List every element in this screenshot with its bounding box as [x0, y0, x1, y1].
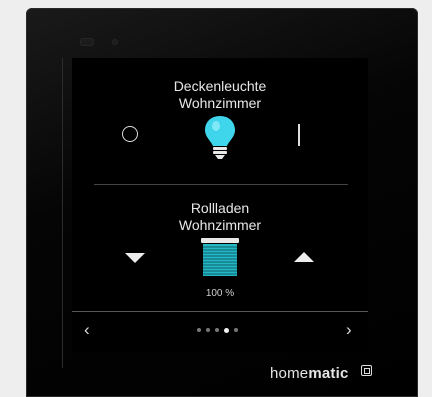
brand-mark-icon [361, 365, 372, 376]
page-dot [215, 328, 219, 332]
chevron-right-icon[interactable]: › [346, 321, 352, 338]
brand-name-light: home [270, 365, 309, 382]
touch-screen: Deckenleuchte Wohnzimmer Rollladen Wohnz… [72, 58, 368, 352]
shutter-title-line2: Wohnzimmer [178, 217, 262, 233]
brand-logo: homematic [270, 365, 349, 382]
navigation-divider [72, 311, 368, 312]
proximity-sensor [80, 38, 94, 46]
tile-divider [94, 184, 348, 185]
page-dot [197, 328, 201, 332]
lightbulb-icon[interactable] [202, 114, 238, 160]
shutter-icon[interactable] [200, 238, 240, 278]
page-dot-active [224, 327, 229, 333]
page-dot [234, 328, 238, 332]
power-off-icon[interactable] [122, 126, 138, 142]
light-title-line1: Deckenleuchte [173, 78, 267, 94]
bezel-edge [62, 58, 63, 368]
arrow-up-icon[interactable] [294, 252, 314, 262]
arrow-down-icon[interactable] [125, 253, 145, 263]
chevron-left-icon[interactable]: ‹ [84, 321, 90, 338]
brand-name-bold: matic [308, 365, 349, 382]
shutter-title-line1: Rollladen [190, 200, 250, 216]
shutter-position-label: 100 % [205, 288, 235, 299]
light-title-line2: Wohnzimmer [178, 95, 262, 111]
page-dot [206, 328, 210, 332]
power-on-icon[interactable] [298, 124, 300, 146]
light-sensor [112, 39, 118, 45]
